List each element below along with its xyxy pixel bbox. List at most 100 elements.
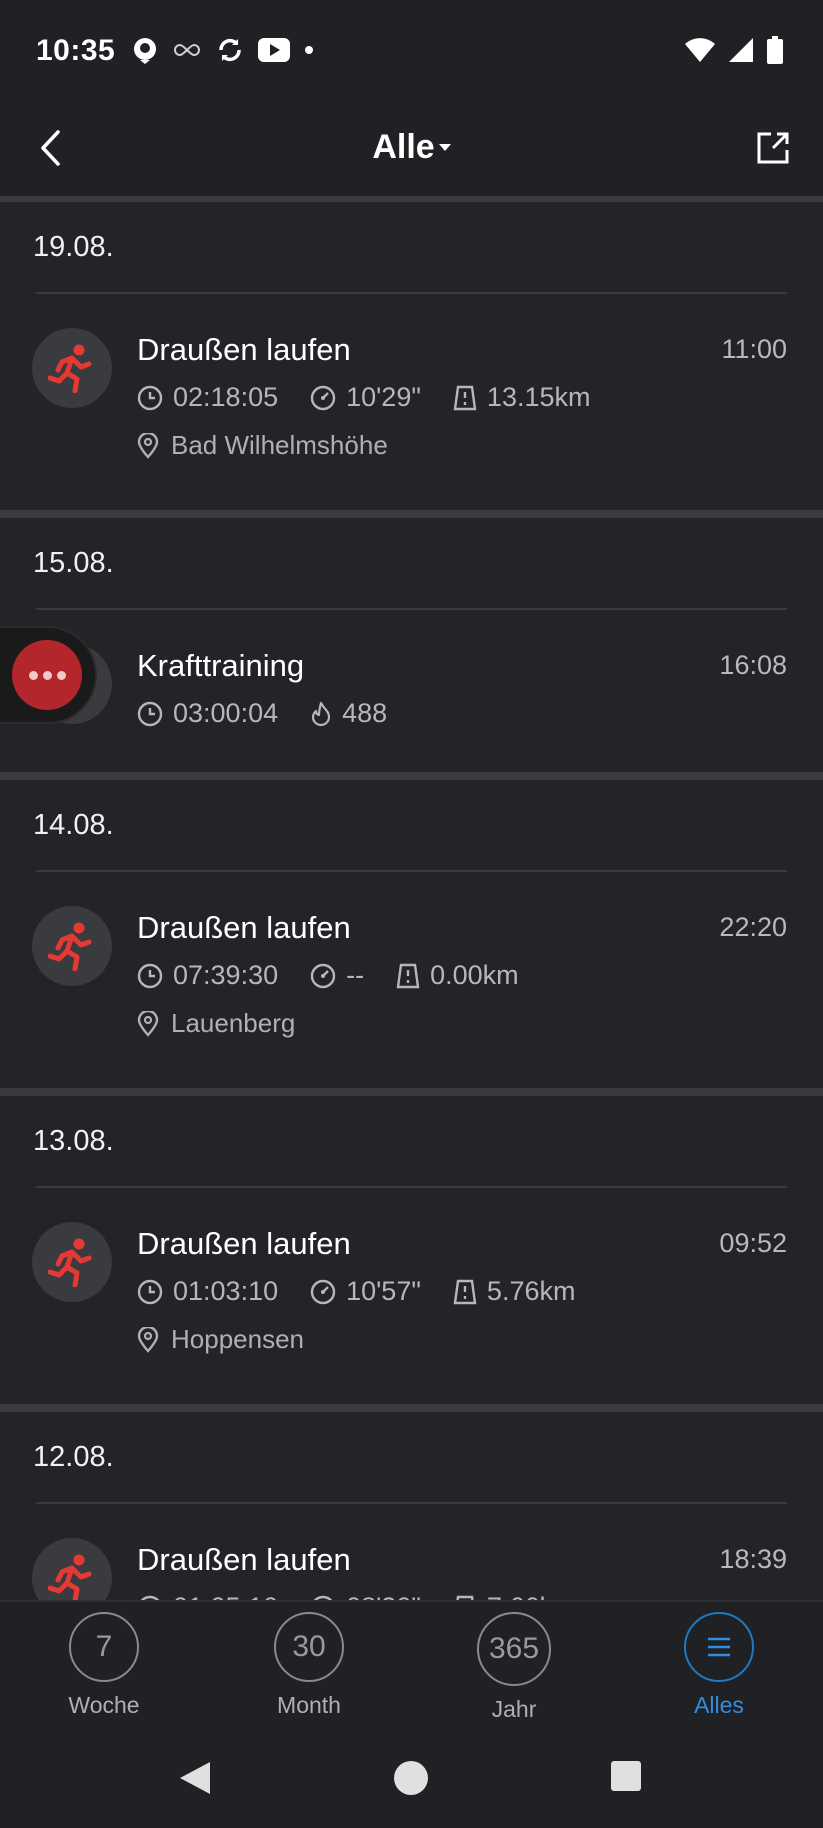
road-icon xyxy=(396,963,420,988)
date-section: 12.08. Draußen laufen 18:39 01:05:10 08'… xyxy=(0,1404,823,1600)
activity-stats: 07:39:30 -- 0.00km xyxy=(137,960,551,991)
activity-item[interactable]: Draußen laufen 09:52 01:03:10 10'57" 5.7… xyxy=(0,1188,823,1404)
duration-stat: 07:39:30 xyxy=(137,960,278,991)
tab-woche[interactable]: 7 Woche xyxy=(24,1612,184,1722)
year-icon: 365 xyxy=(477,1612,551,1686)
activity-time: 18:39 xyxy=(719,1544,787,1574)
activity-location: Lauenberg xyxy=(137,1008,295,1039)
date-header: 12.08. xyxy=(33,1440,114,1473)
activity-avatar xyxy=(32,1222,112,1302)
activity-title: Draußen laufen xyxy=(137,910,351,945)
app-notification-icon xyxy=(134,38,156,64)
circle-home-icon xyxy=(394,1761,428,1795)
calories-stat: 488 xyxy=(310,698,387,729)
road-icon xyxy=(453,385,477,410)
date-section: 14.08. Draußen laufen 22:20 07:39:30 -- xyxy=(0,772,823,1088)
date-section: 13.08. Draußen laufen 09:52 01:03:10 10'… xyxy=(0,1088,823,1404)
location-pin-icon xyxy=(137,1010,159,1037)
activity-list[interactable]: 19.08. Draußen laufen 11:00 02:18:05 10'… xyxy=(0,196,823,1600)
activity-avatar xyxy=(32,328,112,408)
duration-stat: 01:05:10 xyxy=(137,1592,278,1600)
page-title: Alle xyxy=(372,128,435,166)
system-recents-button[interactable] xyxy=(610,1760,642,1797)
distance-stat: 5.76km xyxy=(453,1276,576,1307)
date-section: 15.08. Krafttraining 16:08 03:00:04 488 xyxy=(0,510,823,772)
running-icon xyxy=(48,1554,92,1600)
week-icon: 7 xyxy=(69,1612,139,1682)
duration-stat: 01:03:10 xyxy=(137,1276,278,1307)
caret-down-icon xyxy=(438,144,451,152)
sync-icon xyxy=(219,38,241,62)
calories-value: 488 xyxy=(342,698,388,728)
youtube-icon xyxy=(258,38,290,62)
activity-title: Draußen laufen xyxy=(137,1542,351,1577)
tab-label: Month xyxy=(277,1692,341,1718)
location-name: Bad Wilhelmshöhe xyxy=(171,430,388,460)
activity-stats: 02:18:05 10'29" 13.15km xyxy=(137,382,622,413)
system-home-button[interactable] xyxy=(393,1760,429,1801)
pace-stat: -- xyxy=(310,960,364,991)
duration-value: 07:39:30 xyxy=(173,960,279,990)
tab-month[interactable]: 30 Month xyxy=(229,1612,389,1722)
speedometer-icon xyxy=(310,963,336,988)
floating-bubble[interactable] xyxy=(0,628,95,722)
share-icon xyxy=(757,132,789,164)
activity-title: Krafttraining xyxy=(137,648,305,683)
road-icon xyxy=(453,1279,477,1304)
bottom-nav: 7 Woche 30 Month 365 Jahr Alles xyxy=(0,1600,823,1730)
location-pin-icon xyxy=(137,1326,159,1353)
status-icons-left xyxy=(132,36,314,64)
pace-value: -- xyxy=(346,960,365,990)
menu-icon xyxy=(684,1612,754,1682)
tab-label: Alles xyxy=(694,1692,744,1718)
activity-title: Draußen laufen xyxy=(137,1226,351,1261)
status-bar: 10:35 xyxy=(0,0,823,100)
duration-value: 03:00:04 xyxy=(173,698,279,728)
activity-stats: 01:03:10 10'57" 5.76km xyxy=(137,1276,607,1307)
activity-item[interactable]: Draußen laufen 18:39 01:05:10 08'30" 7.6… xyxy=(0,1504,823,1600)
status-time: 10:35 xyxy=(36,34,116,67)
activity-avatar xyxy=(32,906,112,986)
pace-stat: 10'57" xyxy=(310,1276,421,1307)
activity-item[interactable]: Draußen laufen 11:00 02:18:05 10'29" 13.… xyxy=(0,294,823,510)
month-icon: 30 xyxy=(274,1612,344,1682)
activity-location: Bad Wilhelmshöhe xyxy=(137,430,388,461)
running-icon xyxy=(48,1238,92,1287)
flame-icon xyxy=(312,701,331,726)
activity-item[interactable]: Krafttraining 16:08 03:00:04 488 xyxy=(0,610,823,772)
date-header: 19.08. xyxy=(33,230,114,263)
tab-alles[interactable]: Alles xyxy=(639,1612,799,1722)
pace-value: 10'29" xyxy=(346,382,421,412)
more-dots-icon xyxy=(12,640,82,710)
date-section: 19.08. Draußen laufen 11:00 02:18:05 10'… xyxy=(0,196,823,510)
pace-stat: 10'29" xyxy=(310,382,421,413)
activity-time: 11:00 xyxy=(721,334,787,364)
triangle-back-icon xyxy=(180,1762,210,1794)
system-back-button[interactable] xyxy=(178,1760,212,1801)
signal-icon xyxy=(729,38,753,62)
date-header: 14.08. xyxy=(33,808,114,841)
distance-stat: 7.66km xyxy=(453,1592,575,1600)
filter-dropdown[interactable]: Alle xyxy=(0,128,823,167)
distance-value: 5.76km xyxy=(486,1276,576,1306)
tab-jahr[interactable]: 365 Jahr xyxy=(434,1612,594,1722)
activity-stats: 01:05:10 08'30" 7.66km xyxy=(137,1592,607,1600)
distance-value: 0.00km xyxy=(430,960,519,990)
running-icon xyxy=(48,344,92,393)
clock-icon xyxy=(137,1279,163,1304)
distance-stat: 0.00km xyxy=(396,960,519,991)
activity-item[interactable]: Draußen laufen 22:20 07:39:30 -- 0.00km xyxy=(0,872,823,1088)
speedometer-icon xyxy=(310,385,336,410)
activity-time: 22:20 xyxy=(719,912,787,942)
speedometer-icon xyxy=(310,1279,336,1304)
date-header: 15.08. xyxy=(33,546,114,579)
activity-location: Hoppensen xyxy=(137,1324,304,1355)
pace-value: 10'57" xyxy=(346,1276,421,1306)
infinity-icon xyxy=(174,43,200,57)
location-name: Lauenberg xyxy=(171,1008,296,1038)
app-bar: Alle xyxy=(0,100,823,196)
share-button[interactable] xyxy=(751,126,795,170)
duration-stat: 03:00:04 xyxy=(137,698,278,729)
tab-label: Woche xyxy=(68,1692,140,1718)
duration-value: 02:18:05 xyxy=(173,382,279,412)
